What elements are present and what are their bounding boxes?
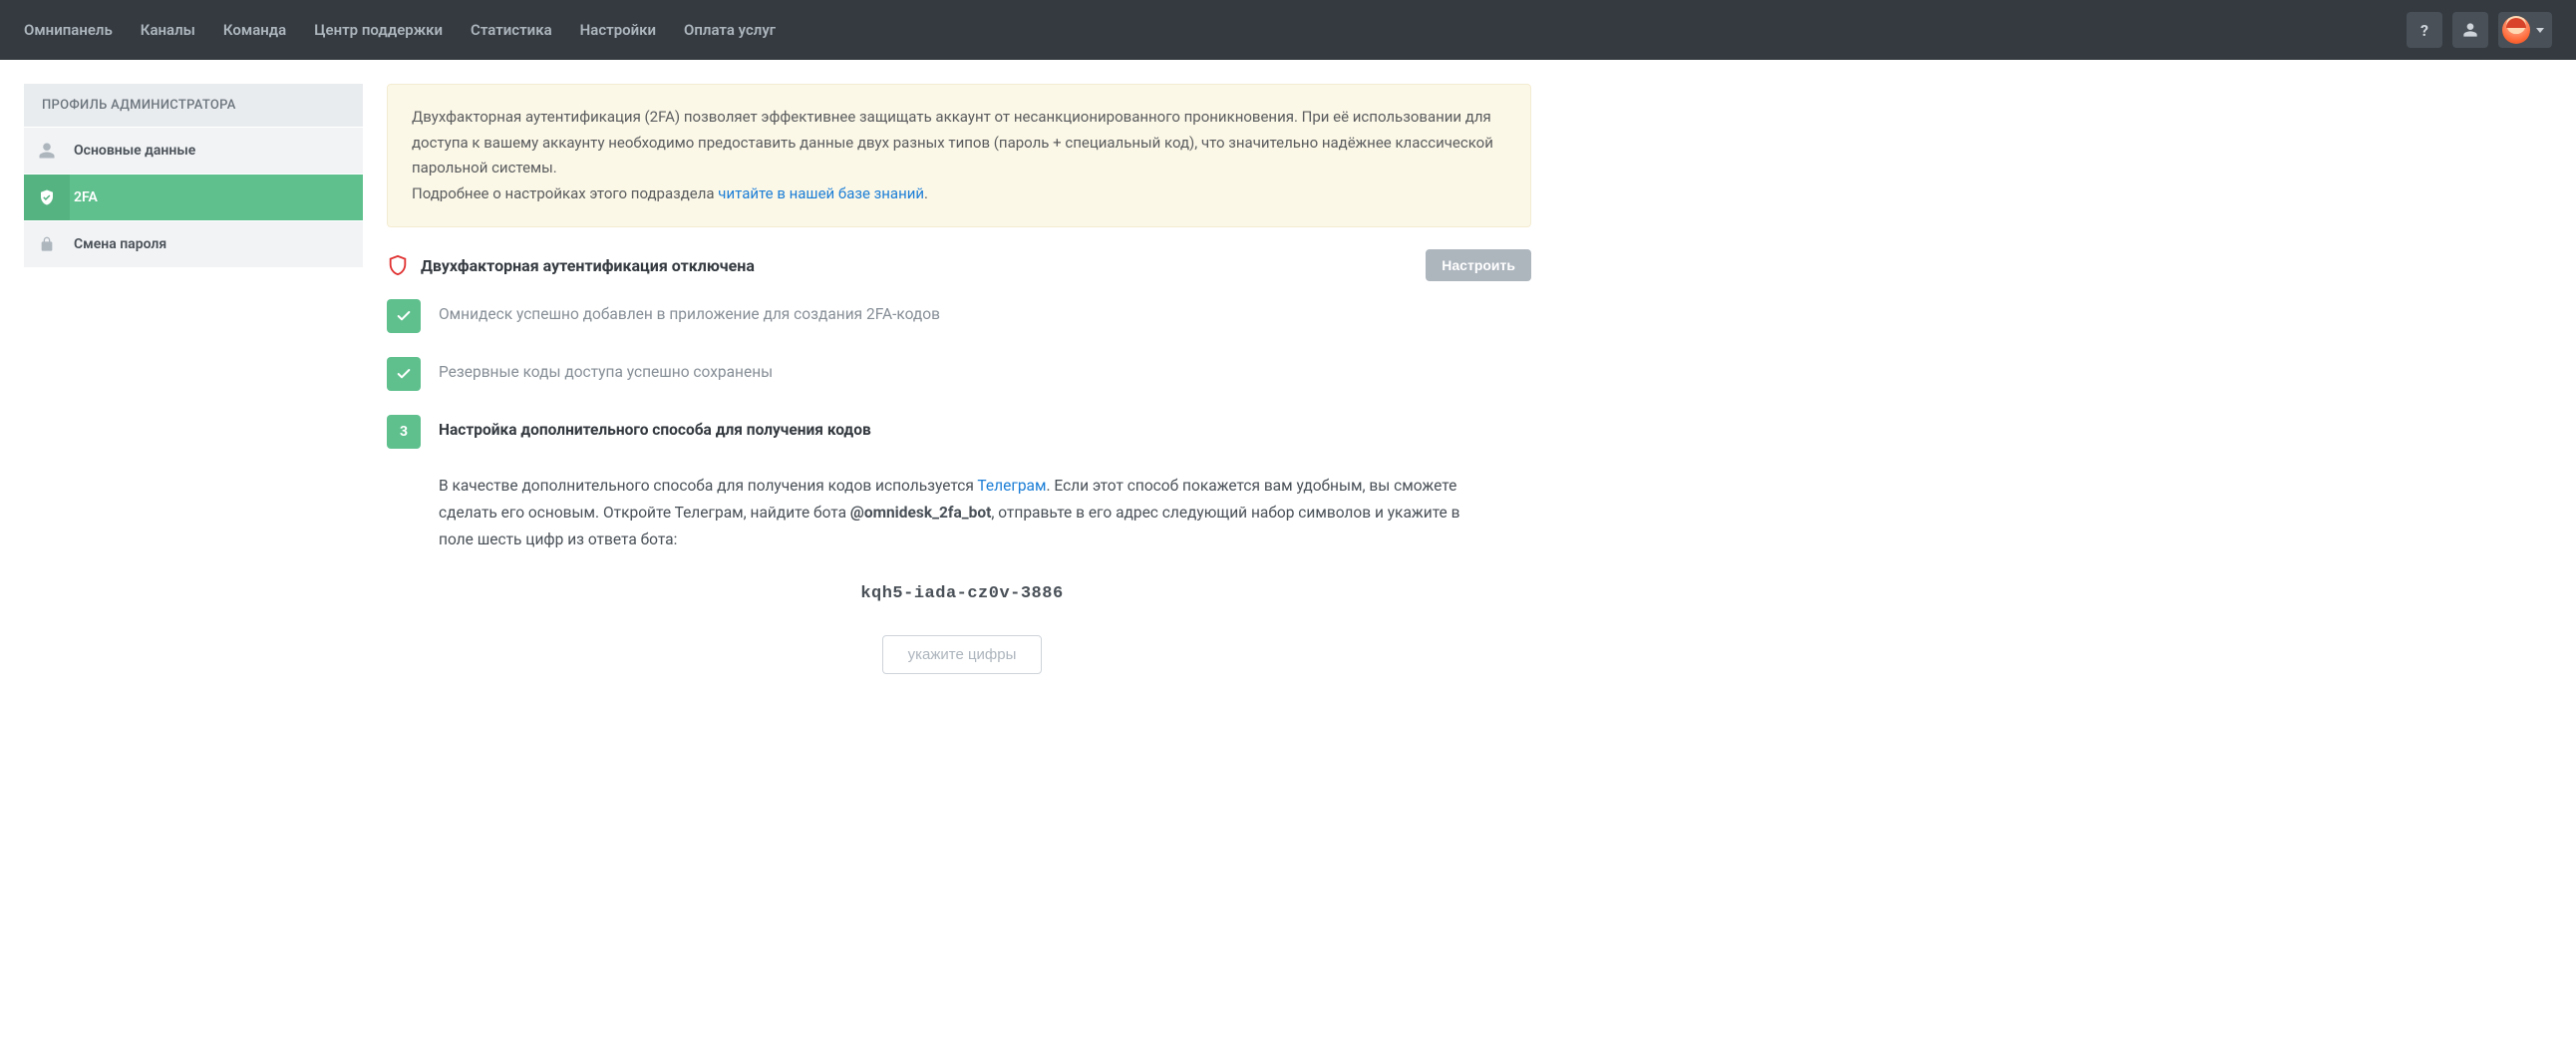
nav-item-channels[interactable]: Каналы	[141, 21, 195, 39]
shield-off-icon	[387, 254, 409, 276]
step-3-body: В качестве дополнительного способа для п…	[439, 473, 1485, 674]
user-icon	[2462, 22, 2478, 38]
shield-check-icon	[24, 175, 70, 220]
nav-item-omnipanel[interactable]: Омнипанель	[24, 21, 113, 39]
nav-item-settings[interactable]: Настройки	[580, 21, 656, 39]
step-1: Омнидеск успешно добавлен в приложение д…	[387, 299, 1531, 333]
sidebar: ПРОФИЛЬ АДМИНИСТРАТОРА Основные данные 2…	[24, 84, 363, 674]
step-3: 3 Настройка дополнительного способа для …	[387, 415, 1531, 449]
bot-code: kqh5-iada-cz0v-3886	[439, 579, 1485, 609]
digits-input[interactable]	[882, 635, 1042, 674]
nav-right: ?	[2407, 12, 2552, 48]
kb-link[interactable]: читайте в нашей базе знаний	[718, 184, 924, 202]
step-number: 3	[387, 415, 421, 449]
avatar	[2502, 16, 2530, 44]
user-icon	[24, 128, 70, 174]
notice-prefix: Подробнее о настройках этого подраздела	[412, 184, 718, 202]
step-3-label: Настройка дополнительного способа для по…	[439, 415, 871, 439]
lock-icon	[24, 221, 70, 267]
page: ПРОФИЛЬ АДМИНИСТРАТОРА Основные данные 2…	[0, 60, 1555, 698]
sidebar-header: ПРОФИЛЬ АДМИНИСТРАТОРА	[24, 84, 363, 127]
nav-item-statistics[interactable]: Статистика	[471, 21, 552, 39]
sidebar-item-profile-main[interactable]: Основные данные	[24, 127, 363, 174]
notice-suffix: .	[924, 184, 928, 202]
main-content: Двухфакторная аутентификация (2FA) позво…	[387, 84, 1531, 674]
notice-text-2: Подробнее о настройках этого подраздела …	[412, 181, 1506, 207]
help-icon: ?	[2420, 21, 2428, 40]
nav-item-team[interactable]: Команда	[223, 21, 286, 39]
check-icon	[387, 299, 421, 333]
nav-item-billing[interactable]: Оплата услуг	[684, 21, 776, 39]
notice-text-1: Двухфакторная аутентификация (2FA) позво…	[412, 105, 1506, 181]
configure-button[interactable]: Настроить	[1426, 249, 1531, 281]
info-notice: Двухфакторная аутентификация (2FA) позво…	[387, 84, 1531, 227]
sidebar-item-2fa[interactable]: 2FA	[24, 174, 363, 220]
step-2: Резервные коды доступа успешно сохранены	[387, 357, 1531, 391]
step-2-label: Резервные коды доступа успешно сохранены	[439, 357, 773, 381]
sidebar-item-label: Основные данные	[70, 143, 195, 159]
check-icon	[387, 357, 421, 391]
sidebar-item-password-change[interactable]: Смена пароля	[24, 220, 363, 267]
telegram-link[interactable]: Телеграм	[977, 477, 1046, 495]
sidebar-item-label: 2FA	[70, 189, 98, 205]
help-button[interactable]: ?	[2407, 12, 2442, 48]
status-title: Двухфакторная аутентификация отключена	[421, 256, 755, 275]
body-part1: В качестве дополнительного способа для п…	[439, 477, 977, 495]
top-navbar: Омнипанель Каналы Команда Центр поддержк…	[0, 0, 2576, 60]
nav-items: Омнипанель Каналы Команда Центр поддержк…	[24, 21, 776, 39]
nav-item-support-center[interactable]: Центр поддержки	[314, 21, 443, 39]
chevron-down-icon	[2536, 28, 2544, 33]
user-button[interactable]	[2452, 12, 2488, 48]
step-1-label: Омнидеск успешно добавлен в приложение д…	[439, 299, 940, 323]
status-row: Двухфакторная аутентификация отключена Н…	[387, 249, 1531, 281]
bot-name: @omnidesk_2fa_bot	[850, 504, 991, 522]
sidebar-item-label: Смена пароля	[70, 236, 166, 252]
profile-menu[interactable]	[2498, 12, 2552, 48]
